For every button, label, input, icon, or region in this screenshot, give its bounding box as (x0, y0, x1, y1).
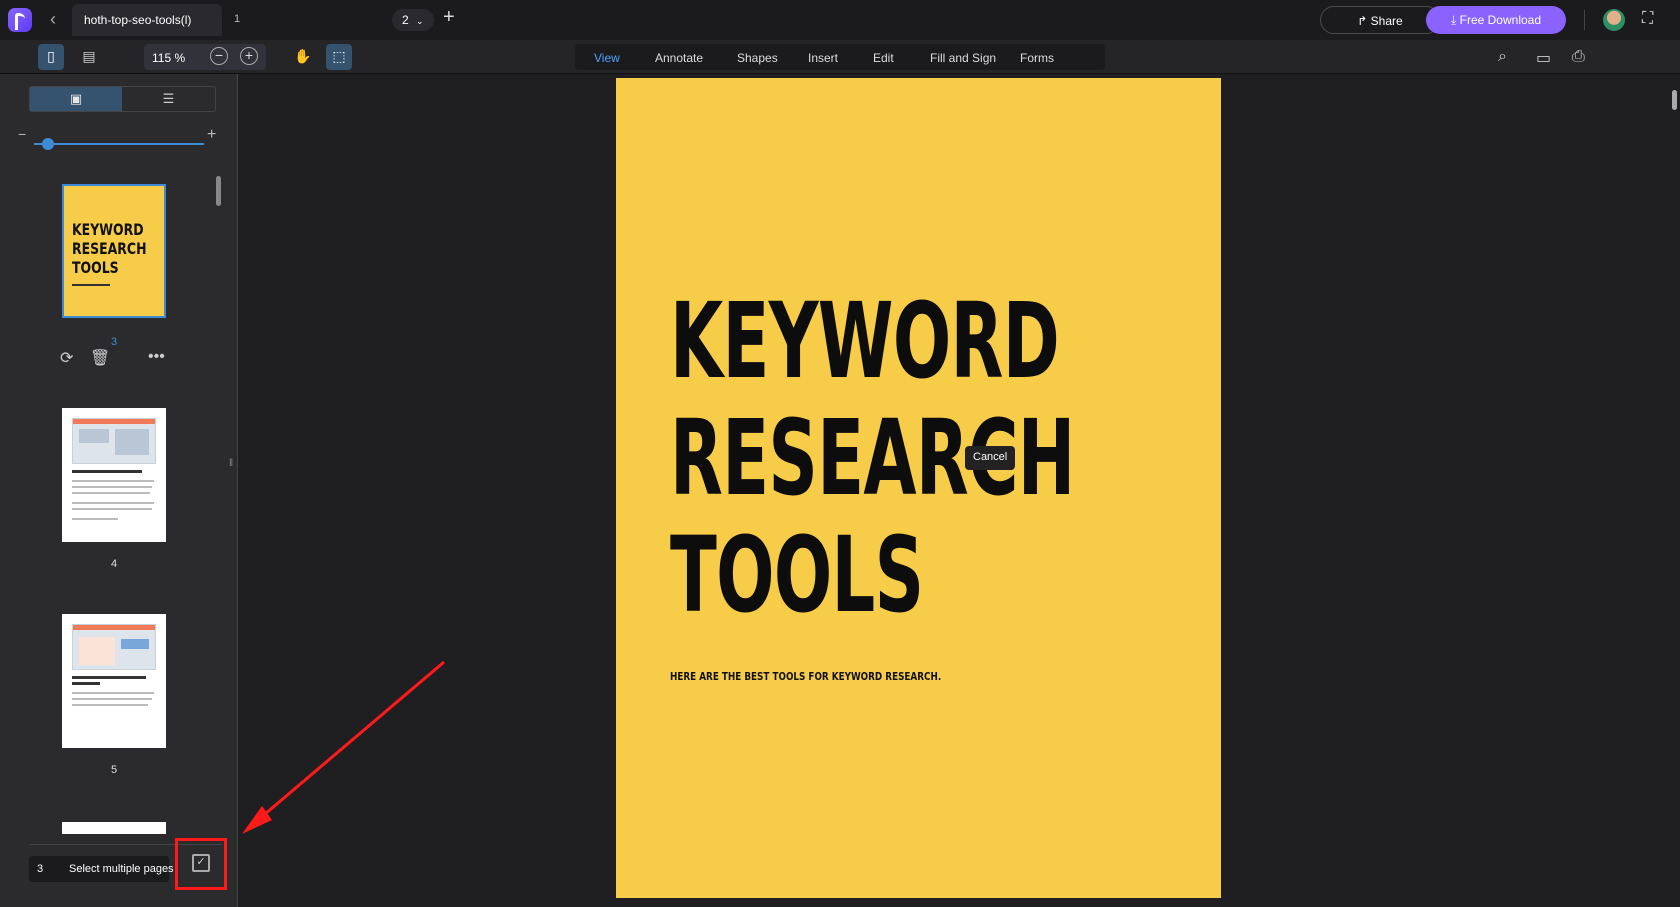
top-divider (1584, 10, 1585, 30)
thumbnail-heading-line (72, 676, 146, 679)
thumb-size-slider-handle[interactable] (42, 138, 54, 150)
page-selection-bar: 3 Select multiple pages (29, 856, 174, 882)
thumbnail-title: KEYWORD RESEARCH TOOLS (72, 220, 147, 277)
thumbnail-text-line (72, 508, 152, 510)
thumbnail-title-line: RESEARCH (72, 239, 147, 258)
menu-annotate[interactable]: Annotate (655, 51, 703, 65)
menu-edit[interactable]: Edit (873, 51, 894, 65)
page-thumbnail[interactable] (62, 822, 166, 834)
sidebar-toggle-icon[interactable]: ▯ (38, 44, 64, 70)
thumbnail-text-line (72, 480, 154, 482)
menu-insert[interactable]: Insert (808, 51, 838, 65)
thumbnail-text-line (72, 486, 152, 488)
delete-page-icon[interactable]: 🗑 (90, 348, 110, 368)
thumb-size-plus-icon[interactable]: + (207, 126, 216, 144)
free-download-label: Free Download (1459, 13, 1541, 27)
comment-icon[interactable]: ▭ (1536, 48, 1551, 68)
page-subtitle: HERE ARE THE BEST TOOLS FOR KEYWORD RESE… (670, 670, 942, 683)
menu-view[interactable]: View (594, 51, 620, 65)
thumbnail-actions: ⟳ 🗑 ••• (60, 348, 170, 368)
thumbnail-sidebar: ▣ ☰ − + KEYWORD RESEARCH TOOLS 3 ⟳ 🗑 •••… (0, 74, 238, 907)
thumbnail-page-number: 4 (110, 558, 118, 570)
zoom-out-icon[interactable]: − (210, 47, 228, 65)
thumbnail-screenshot-bar (73, 419, 155, 424)
thumbnail-text-line (72, 704, 148, 706)
thumbnail-subtitle-line (72, 284, 110, 286)
select-multiple-highlight: ✓ (175, 838, 227, 890)
share-label: Share (1370, 14, 1403, 28)
zoom-in-icon[interactable]: + (240, 47, 258, 65)
thumbnail-screenshot-block (79, 637, 115, 665)
document-tab[interactable]: hoth-top-seo-tools(l) (72, 4, 222, 36)
thumbnail-view-icon[interactable]: ▣ (30, 87, 122, 111)
cancel-tooltip[interactable]: Cancel (965, 446, 1016, 470)
thumbnail-heading-line (72, 682, 100, 685)
thumbnail-title-line: KEYWORD (72, 220, 144, 239)
thumbnail-page-number: 5 (110, 764, 118, 776)
page-settings-icon[interactable]: ▤ (76, 44, 102, 70)
thumbnail-screenshot-block (79, 429, 109, 443)
current-page-input[interactable]: 3 (37, 863, 43, 875)
document-scrollbar[interactable] (1672, 90, 1677, 110)
menu-fill-and-sign[interactable]: Fill and Sign (930, 51, 996, 65)
page-title-line: TOOLS (670, 514, 924, 636)
thumbnail-page-number: 3 (110, 336, 118, 348)
thumbnail-screenshot-block (121, 639, 149, 649)
sidebar-view-switch: ▣ ☰ (29, 86, 216, 112)
avatar[interactable] (1603, 9, 1625, 31)
title-bar: ‹ hoth-top-seo-tools(l) 1 2 ⌄ + ↱ Share … (0, 0, 1680, 40)
search-icon[interactable]: ⌕ (1498, 48, 1507, 66)
print-icon[interactable]: ⎙ (1572, 48, 1585, 66)
thumbnail-text-line (72, 692, 154, 694)
chevron-down-icon: ⌄ (416, 16, 424, 26)
thumb-size-minus-icon[interactable]: − (18, 126, 26, 142)
back-arrow-icon[interactable]: ‹ (50, 9, 56, 30)
menu-forms[interactable]: Forms (1020, 51, 1054, 65)
document-tab-title: hoth-top-seo-tools(l) (84, 13, 192, 27)
sidebar-resize-handle[interactable]: ‖ (229, 458, 233, 469)
share-arrow-icon: ↱ (1357, 14, 1371, 28)
page-select-dropdown[interactable]: 2 ⌄ (392, 9, 434, 31)
rotate-page-icon[interactable]: ⟳ (60, 348, 73, 368)
select-tool-icon[interactable]: ⬚ (326, 44, 352, 70)
more-options-icon[interactable]: ••• (148, 348, 165, 366)
menu-shapes[interactable]: Shapes (737, 51, 778, 65)
hand-tool-icon[interactable]: ✋ (290, 44, 316, 70)
thumb-size-slider[interactable] (34, 143, 204, 145)
zoom-value[interactable]: 115 % (152, 51, 185, 65)
thumbnail-text-line (72, 502, 154, 504)
free-download-button[interactable]: ⤓ Free Download (1426, 6, 1566, 34)
thumbnail-heading-line (72, 470, 142, 473)
thumbnail-screenshot (72, 418, 156, 464)
zoom-control: 115 % − + (144, 44, 266, 70)
thumbnail-screenshot-bar (73, 625, 155, 630)
download-icon: ⤓ (1450, 13, 1460, 27)
thumbnail-screenshot (72, 624, 156, 670)
select-multiple-pages-icon[interactable]: ✓ (192, 854, 210, 872)
select-multiple-label: Select multiple pages (69, 863, 174, 875)
sidebar-scrollbar[interactable] (216, 176, 221, 206)
pdf-page: KEYWORD RESEARCH TOOLS HERE ARE THE BEST… (616, 78, 1221, 898)
page-thumbnail[interactable]: KEYWORD RESEARCH TOOLS (62, 184, 166, 318)
page-select-value: 2 (402, 13, 409, 27)
mode-menu: View Annotate Shapes Insert Edit Fill an… (575, 44, 1105, 70)
thumbnail-title-line: TOOLS (72, 258, 119, 277)
outline-list-icon[interactable]: ☰ (122, 87, 215, 111)
app-logo-icon[interactable] (8, 8, 32, 32)
new-tab-plus-icon[interactable]: + (443, 6, 455, 29)
share-button[interactable]: ↱ Share (1320, 6, 1440, 34)
page-thumbnail[interactable] (62, 614, 166, 748)
page-title-line: KEYWORD (670, 280, 1060, 402)
thumbnail-text-line (72, 492, 150, 494)
tab-count: 1 (234, 13, 241, 25)
thumbnail-text-line (72, 698, 152, 700)
thumbnail-screenshot-block (115, 429, 149, 455)
main-toolbar: ▯ ▤ 115 % − + ✋ ⬚ View Annotate Shapes I… (0, 40, 1680, 74)
fullscreen-icon[interactable]: ⛶ (1642, 10, 1653, 28)
thumbnail-text-line (72, 518, 118, 520)
page-thumbnail[interactable] (62, 408, 166, 542)
